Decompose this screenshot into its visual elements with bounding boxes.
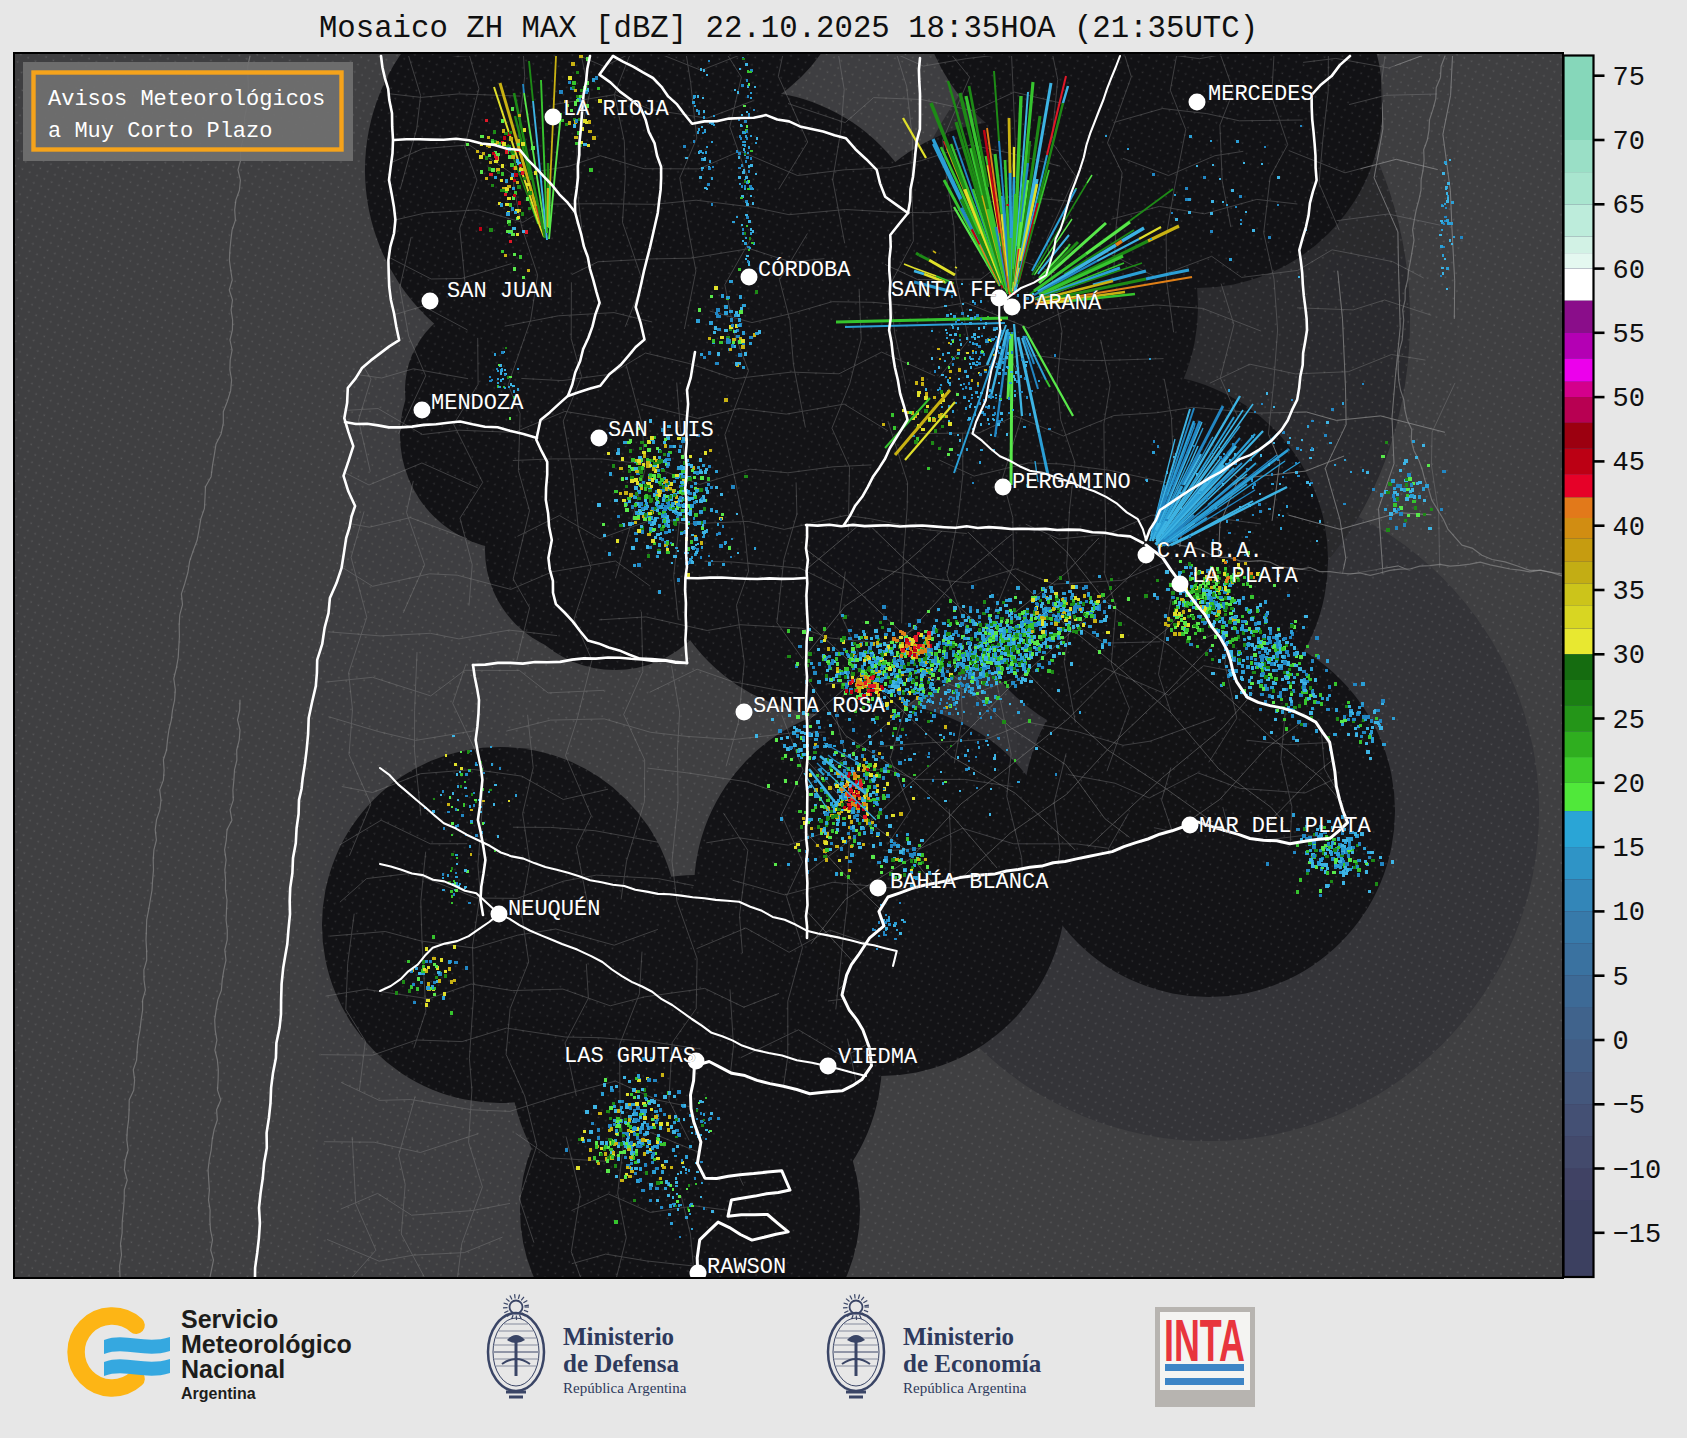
svg-text:Ministerio: Ministerio [903, 1323, 1014, 1350]
svg-text:de Economía: de Economía [903, 1350, 1042, 1377]
svg-text:LA RIOJA: LA RIOJA [563, 97, 669, 122]
svg-text:INTA: INTA [1164, 1307, 1245, 1374]
svg-text:−5: −5 [1613, 1091, 1645, 1121]
svg-text:10: 10 [1613, 898, 1645, 928]
svg-text:MENDOZA: MENDOZA [431, 391, 524, 416]
svg-text:C.A.B.A.: C.A.B.A. [1157, 539, 1263, 564]
svg-text:SANTA FE: SANTA FE [891, 278, 997, 303]
svg-text:Argentina: Argentina [181, 1385, 256, 1402]
svg-text:50: 50 [1613, 384, 1645, 414]
svg-text:LA PLATA: LA PLATA [1192, 564, 1298, 589]
svg-text:−10: −10 [1613, 1156, 1662, 1186]
svg-text:República Argentina: República Argentina [903, 1380, 1027, 1396]
svg-text:PERGAMINO: PERGAMINO [1012, 470, 1131, 495]
svg-text:55: 55 [1613, 320, 1645, 350]
svg-text:de Defensa: de Defensa [563, 1350, 679, 1377]
svg-text:Ministerio: Ministerio [563, 1323, 674, 1350]
svg-text:RAWSON: RAWSON [707, 1255, 786, 1277]
svg-text:15: 15 [1613, 834, 1645, 864]
svg-text:60: 60 [1613, 256, 1645, 286]
svg-text:SAN JUAN: SAN JUAN [447, 279, 553, 304]
svg-text:5: 5 [1613, 963, 1629, 993]
svg-text:75: 75 [1613, 63, 1645, 93]
svg-text:45: 45 [1613, 448, 1645, 478]
svg-text:República Argentina: República Argentina [563, 1380, 687, 1396]
svg-text:VIEDMA: VIEDMA [838, 1045, 918, 1070]
svg-text:a Muy Corto Plazo: a Muy Corto Plazo [48, 119, 272, 144]
svg-text:PARANÁ: PARANÁ [1022, 290, 1102, 316]
svg-text:40: 40 [1613, 513, 1645, 543]
svg-text:CÓRDOBA: CÓRDOBA [758, 257, 851, 283]
svg-text:25: 25 [1613, 706, 1645, 736]
svg-text:20: 20 [1613, 770, 1645, 800]
svg-text:MAR DEL PLATA: MAR DEL PLATA [1199, 814, 1371, 839]
svg-text:SAN LUIS: SAN LUIS [608, 418, 714, 443]
svg-text:0: 0 [1613, 1027, 1629, 1057]
svg-text:35: 35 [1613, 577, 1645, 607]
svg-text:30: 30 [1613, 641, 1645, 671]
svg-text:LAS GRUTAS: LAS GRUTAS [564, 1044, 696, 1069]
svg-text:70: 70 [1613, 127, 1645, 157]
svg-text:Meteorológico: Meteorológico [181, 1330, 352, 1358]
svg-text:Nacional: Nacional [181, 1355, 285, 1383]
svg-text:65: 65 [1613, 191, 1645, 221]
svg-text:Servicio: Servicio [181, 1305, 278, 1333]
svg-text:BAHÍA BLANCA: BAHÍA BLANCA [890, 869, 1049, 895]
svg-text:−15: −15 [1613, 1220, 1662, 1250]
svg-text:Avisos Meteorológicos: Avisos Meteorológicos [48, 87, 325, 112]
svg-text:SANTA ROSA: SANTA ROSA [753, 694, 886, 719]
svg-text:MERCEDES: MERCEDES [1208, 82, 1314, 107]
svg-text:NEUQUÉN: NEUQUÉN [508, 896, 600, 922]
